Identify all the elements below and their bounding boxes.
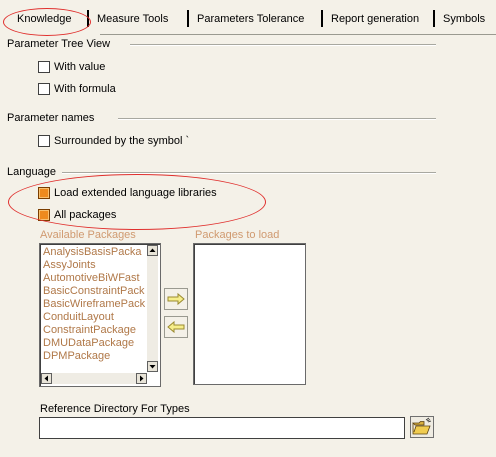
tab-separator [187, 10, 189, 27]
checkbox-box[interactable] [38, 135, 50, 147]
list-item[interactable]: ConstraintPackage [43, 324, 145, 337]
list-item[interactable]: AutomotiveBiWFast [43, 272, 145, 285]
scroll-down-arrow-icon[interactable] [147, 361, 158, 372]
packages-to-load-list[interactable] [193, 243, 306, 385]
group-divider [118, 118, 436, 120]
remove-package-button[interactable] [164, 316, 188, 338]
list-item[interactable]: BasicWireframePack [43, 298, 145, 311]
list-item[interactable]: BasicConstraintPack [43, 285, 145, 298]
checkbox-box[interactable] [38, 187, 50, 199]
reference-directory-label: Reference Directory For Types [40, 403, 190, 415]
tab-parameters-tolerance[interactable]: Parameters Tolerance [197, 10, 304, 28]
open-folder-icon [412, 417, 432, 435]
group-divider [62, 172, 436, 174]
tab-underline [100, 34, 496, 35]
scroll-up-arrow-icon[interactable] [147, 245, 158, 256]
vertical-scrollbar[interactable] [147, 245, 158, 372]
packages-to-load-caption: Packages to load [195, 229, 280, 241]
list-item[interactable]: DMUDataPackage [43, 337, 145, 350]
list-item[interactable]: AnalysisBasisPacka [43, 246, 145, 259]
checkbox-label: All packages [54, 209, 117, 221]
reference-directory-field[interactable] [39, 417, 405, 439]
tab-knowledge[interactable]: Knowledge [17, 10, 71, 28]
arrow-left-icon [167, 320, 185, 334]
tab-separator [433, 10, 435, 27]
group-title-parameter-names: Parameter names [7, 111, 99, 125]
arrow-right-icon [167, 292, 185, 306]
checkbox-label: Surrounded by the symbol ` [54, 135, 190, 147]
available-packages-caption: Available Packages [40, 229, 136, 241]
tab-separator [87, 10, 89, 27]
checkbox-label: Load extended language libraries [54, 187, 217, 199]
browse-folder-button[interactable] [410, 416, 434, 438]
tab-measure-tools[interactable]: Measure Tools [97, 10, 168, 28]
group-divider [130, 44, 436, 46]
options-panel: Knowledge Measure Tools Parameters Toler… [0, 0, 496, 457]
list-item[interactable]: DPMPackage [43, 350, 145, 363]
tab-report-generation[interactable]: Report generation [331, 10, 419, 28]
checkbox-label: With value [54, 61, 106, 73]
tab-bar: Knowledge Measure Tools Parameters Toler… [4, 4, 496, 32]
group-title-parameter-tree-view: Parameter Tree View [7, 37, 115, 51]
group-title-language: Language [7, 165, 60, 179]
checkbox-label: With formula [54, 83, 116, 95]
checkbox-box[interactable] [38, 209, 50, 221]
scroll-left-arrow-icon[interactable] [41, 373, 52, 384]
tab-separator [321, 10, 323, 27]
list-item[interactable]: AssyJoints [43, 259, 145, 272]
available-packages-list[interactable]: AnalysisBasisPacka AssyJoints Automotive… [39, 243, 161, 387]
horizontal-scrollbar[interactable] [41, 373, 147, 384]
language-options-highlight-ellipse [8, 174, 266, 230]
scroll-right-arrow-icon[interactable] [136, 373, 147, 384]
tab-symbols[interactable]: Symbols [443, 10, 485, 28]
add-package-button[interactable] [164, 288, 188, 310]
checkbox-box[interactable] [38, 61, 50, 73]
checkbox-box[interactable] [38, 83, 50, 95]
list-item[interactable]: ConduitLayout [43, 311, 145, 324]
